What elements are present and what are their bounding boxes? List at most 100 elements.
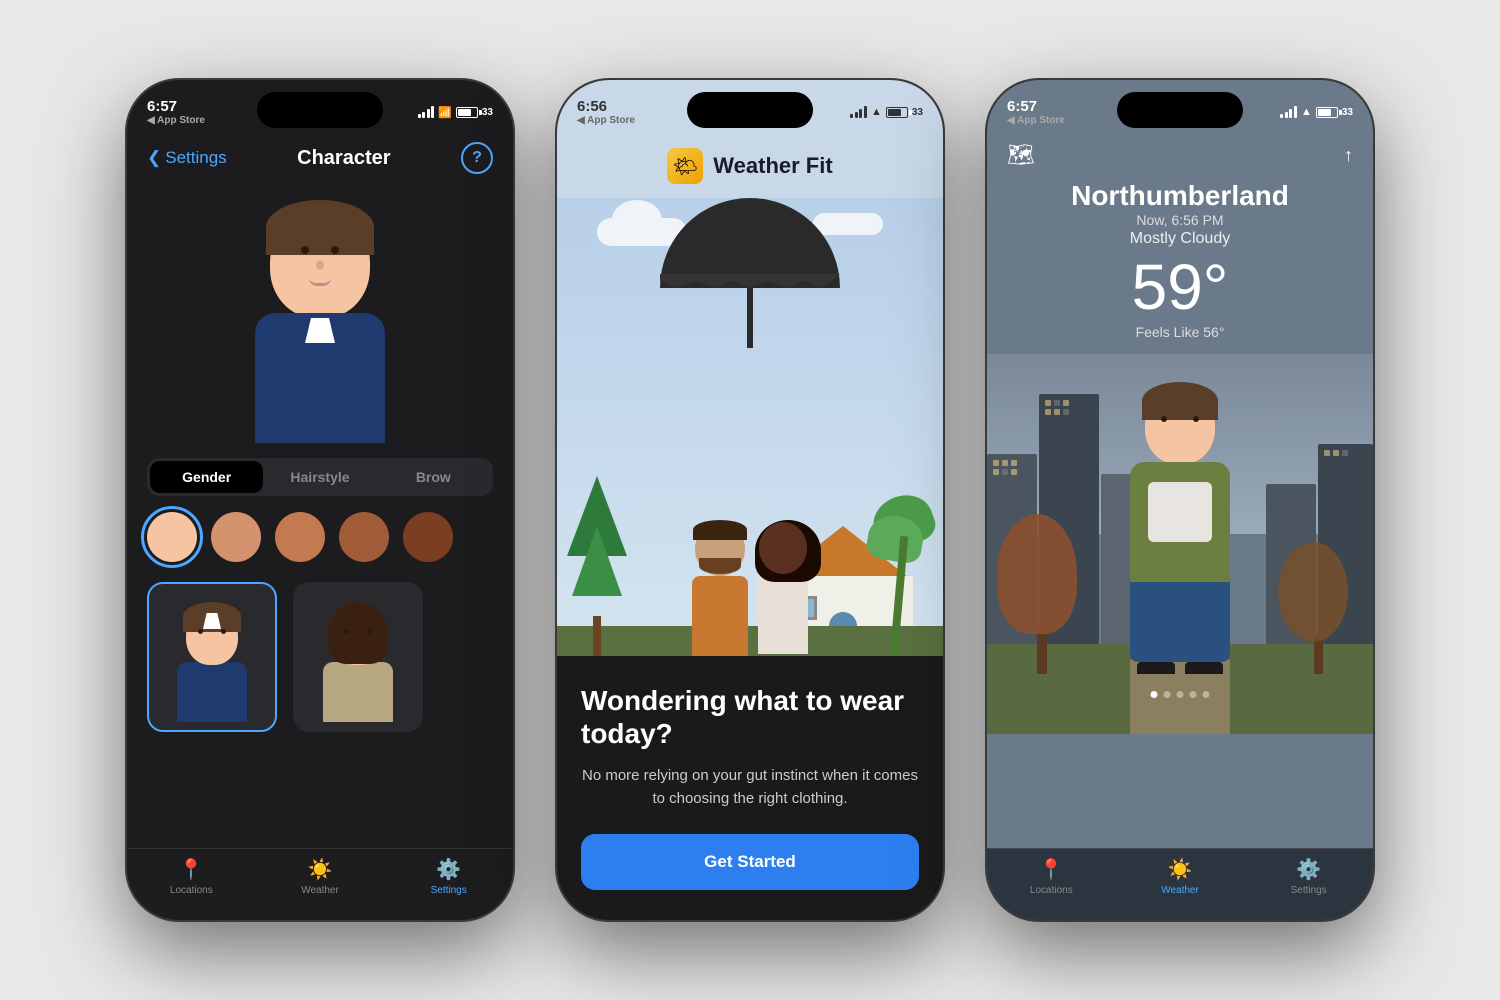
weather-icon-1: ☀️: [308, 857, 333, 882]
p3-char-body: [1130, 462, 1230, 582]
phone-2-content: 6:56 ◀ App Store ▲: [557, 80, 943, 920]
back-label: Settings: [165, 148, 226, 168]
swatch-5[interactable]: [403, 512, 453, 562]
share-icon[interactable]: ↑: [1344, 145, 1353, 166]
dot-1[interactable]: [1151, 691, 1158, 698]
signal-2: [850, 106, 867, 118]
locations-icon-3: 📍: [1039, 857, 1064, 882]
scene: [557, 198, 943, 656]
settings-label-1: Settings: [431, 885, 467, 896]
avatar-nose: [316, 260, 324, 270]
p3-top-bar: 🗺 ↑: [987, 134, 1373, 176]
subtext: No more relying on your gut instinct whe…: [581, 765, 919, 810]
status-time-2: 6:56: [577, 98, 635, 115]
signal-1: [418, 106, 435, 118]
chevron-left-icon: ❮: [147, 148, 161, 168]
trees-left: [567, 476, 627, 656]
phone-2-screen: 6:56 ◀ App Store ▲: [557, 80, 943, 920]
character-options: [127, 582, 513, 732]
dynamic-island-3: [1117, 92, 1243, 128]
figures: [692, 522, 808, 656]
weather-time: Now, 6:56 PM: [1007, 212, 1353, 228]
battery-pct-1: 33: [482, 107, 493, 118]
phone-2: 6:56 ◀ App Store ▲: [555, 78, 945, 922]
locations-label-3: Locations: [1030, 885, 1073, 896]
status-time-3: 6:57: [1007, 98, 1065, 115]
swatch-1[interactable]: [147, 512, 197, 562]
tab-weather-1[interactable]: ☀️ Weather: [256, 857, 385, 896]
phone-1-nav: ❮ Settings Character ?: [127, 134, 513, 188]
app-store-label-3: ◀ App Store: [1007, 115, 1065, 126]
help-icon: ?: [472, 149, 482, 167]
slide-dots: [1151, 691, 1210, 698]
tab-gender[interactable]: Gender: [150, 461, 263, 493]
wifi-icon-2: ▲: [871, 106, 882, 118]
weather-icon-3: ☀️: [1168, 857, 1193, 882]
tab-weather-3[interactable]: ☀️ Weather: [1116, 857, 1245, 896]
tab-settings-3[interactable]: ⚙️ Settings: [1244, 857, 1373, 896]
app-name: Weather Fit: [713, 153, 832, 179]
tab-locations-1[interactable]: 📍 Locations: [127, 857, 256, 896]
signal-3: [1280, 106, 1297, 118]
get-started-button[interactable]: Get Started: [581, 834, 919, 890]
settings-label-3: Settings: [1291, 885, 1327, 896]
dynamic-island-2: [687, 92, 813, 128]
dot-5[interactable]: [1203, 691, 1210, 698]
locations-label-1: Locations: [170, 885, 213, 896]
map-icon[interactable]: 🗺: [1007, 142, 1035, 168]
phone-3-content: 6:57 ◀ App Store ▲: [987, 80, 1373, 920]
app-store-chevron: ◀: [147, 115, 155, 126]
battery-pct-3: 33: [1342, 107, 1353, 118]
status-icons-2: ▲ 33: [850, 106, 923, 118]
battery-3: [1316, 107, 1338, 118]
swatch-4[interactable]: [339, 512, 389, 562]
back-button-1[interactable]: ❮ Settings: [147, 148, 227, 168]
weather-label-3: Weather: [1161, 885, 1199, 896]
app-icon: 🌤: [667, 148, 703, 184]
phone-1-content: 6:57 ◀ App Store 📶: [127, 80, 513, 920]
dot-4[interactable]: [1190, 691, 1197, 698]
autumn-tree-r: [1278, 542, 1358, 674]
avatar-mouth: [309, 278, 331, 286]
city-scene: [987, 354, 1373, 734]
avatar-head: [270, 208, 370, 318]
skin-swatches: [127, 512, 513, 562]
wifi-icon-1: 📶: [438, 106, 452, 119]
mini-avatar-male: [172, 607, 252, 707]
p3-char-hair: [1142, 382, 1218, 420]
location-info: Northumberland Now, 6:56 PM Mostly Cloud…: [987, 176, 1373, 350]
weather-condition: Mostly Cloudy: [1007, 230, 1353, 248]
settings-icon-1: ⚙️: [436, 857, 461, 882]
swatch-2[interactable]: [211, 512, 261, 562]
status-icons-1: 📶 33: [418, 106, 493, 119]
tab-hairstyle[interactable]: Hairstyle: [263, 461, 376, 493]
main-avatar: [230, 208, 410, 448]
tab-settings-1[interactable]: ⚙️ Settings: [384, 857, 513, 896]
mini-avatar-female: [318, 607, 398, 707]
city-name: Northumberland: [1007, 180, 1353, 212]
tab-bar-1: 📍 Locations ☀️ Weather ⚙️ Settings: [127, 848, 513, 920]
tab-locations-3[interactable]: 📍 Locations: [987, 857, 1116, 896]
wifi-icon-3: ▲: [1301, 106, 1312, 118]
umbrella: [660, 198, 840, 348]
avatar-body: [255, 313, 385, 443]
help-button[interactable]: ?: [461, 142, 493, 174]
phone-3: 6:57 ◀ App Store ▲: [985, 78, 1375, 922]
character-option-female[interactable]: [293, 582, 423, 732]
tab-brow[interactable]: Brow: [377, 461, 490, 493]
phone-1: 6:57 ◀ App Store 📶: [125, 78, 515, 922]
app-store-label-1: ◀ App Store: [147, 115, 205, 126]
dot-3[interactable]: [1177, 691, 1184, 698]
status-icons-3: ▲ 33: [1280, 106, 1353, 118]
p3-char-shoes: [1137, 662, 1223, 674]
swatch-3[interactable]: [275, 512, 325, 562]
onboarding-text: Wondering what to wear today? No more re…: [557, 656, 943, 920]
avatar-collar: [305, 318, 335, 343]
page-title-1: Character: [297, 147, 390, 170]
battery-pct-2: 33: [912, 107, 923, 118]
dot-2[interactable]: [1164, 691, 1171, 698]
tropical-plant: [863, 476, 943, 656]
status-time-1: 6:57: [147, 98, 205, 115]
character-option-male[interactable]: [147, 582, 277, 732]
character-tabs: Gender Hairstyle Brow: [147, 458, 493, 496]
